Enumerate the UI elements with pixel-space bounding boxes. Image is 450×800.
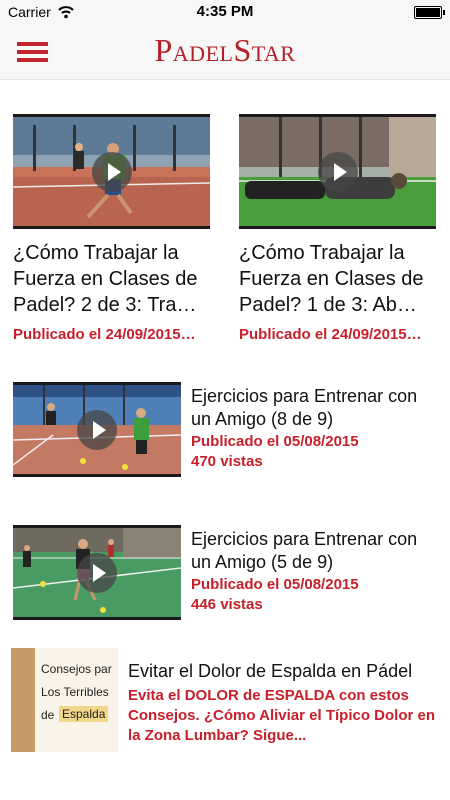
- video-thumbnail[interactable]: [239, 114, 436, 229]
- play-button[interactable]: [77, 409, 117, 450]
- video-title-2[interactable]: Ejercicios para Entrenar con un Amigo (5…: [191, 528, 446, 574]
- video-meta-1: Publicado el 05/08/2015 470 vistas: [191, 432, 359, 472]
- article-title[interactable]: Evitar el Dolor de Espalda en Pádel: [128, 660, 448, 683]
- video-date: Publicado el 05/08/2015: [191, 433, 359, 450]
- status-bar: Carrier 4:35 PM: [0, 0, 450, 24]
- thumb-caption-3: de: [41, 708, 55, 722]
- video-views: 470 vistas: [191, 453, 263, 470]
- thumb-photo-strip: [11, 648, 35, 752]
- video-thumbnail[interactable]: [13, 382, 181, 477]
- featured-title-2[interactable]: ¿Cómo Trabajar la Fuerza en Clases de Pa…: [239, 240, 444, 318]
- article-excerpt: Evita el DOLOR de ESPALDA con estos Cons…: [128, 687, 435, 744]
- nav-bar: PadelStar: [0, 24, 450, 80]
- play-button[interactable]: [77, 552, 117, 593]
- video-date: Publicado el 05/08/2015: [191, 576, 359, 593]
- status-time: 4:35 PM: [196, 3, 254, 20]
- play-button[interactable]: [91, 151, 132, 192]
- battery-icon: [414, 6, 445, 19]
- video-thumbnail[interactable]: [13, 525, 181, 620]
- video-meta-2: Publicado el 05/08/2015 446 vistas: [191, 575, 359, 615]
- app-logo: PadelStar: [154, 32, 296, 68]
- featured-date-1: Publicado el 24/09/2015…: [13, 326, 196, 343]
- thumb-caption-2: Los Terribles: [41, 685, 109, 699]
- featured-date-2: Publicado el 24/09/2015…: [239, 326, 422, 343]
- article-thumbnail[interactable]: Consejos par Los Terribles de Espalda: [11, 648, 118, 752]
- thumb-caption-4: Espalda: [59, 706, 109, 722]
- featured-title-1[interactable]: ¿Cómo Trabajar la Fuerza en Clases de Pa…: [13, 240, 213, 318]
- play-button[interactable]: [317, 151, 358, 192]
- video-thumbnail[interactable]: [13, 114, 210, 229]
- video-title-1[interactable]: Ejercicios para Entrenar con un Amigo (8…: [191, 385, 446, 431]
- video-views: 446 vistas: [191, 596, 263, 613]
- thumb-caption-1: Consejos par: [41, 662, 112, 676]
